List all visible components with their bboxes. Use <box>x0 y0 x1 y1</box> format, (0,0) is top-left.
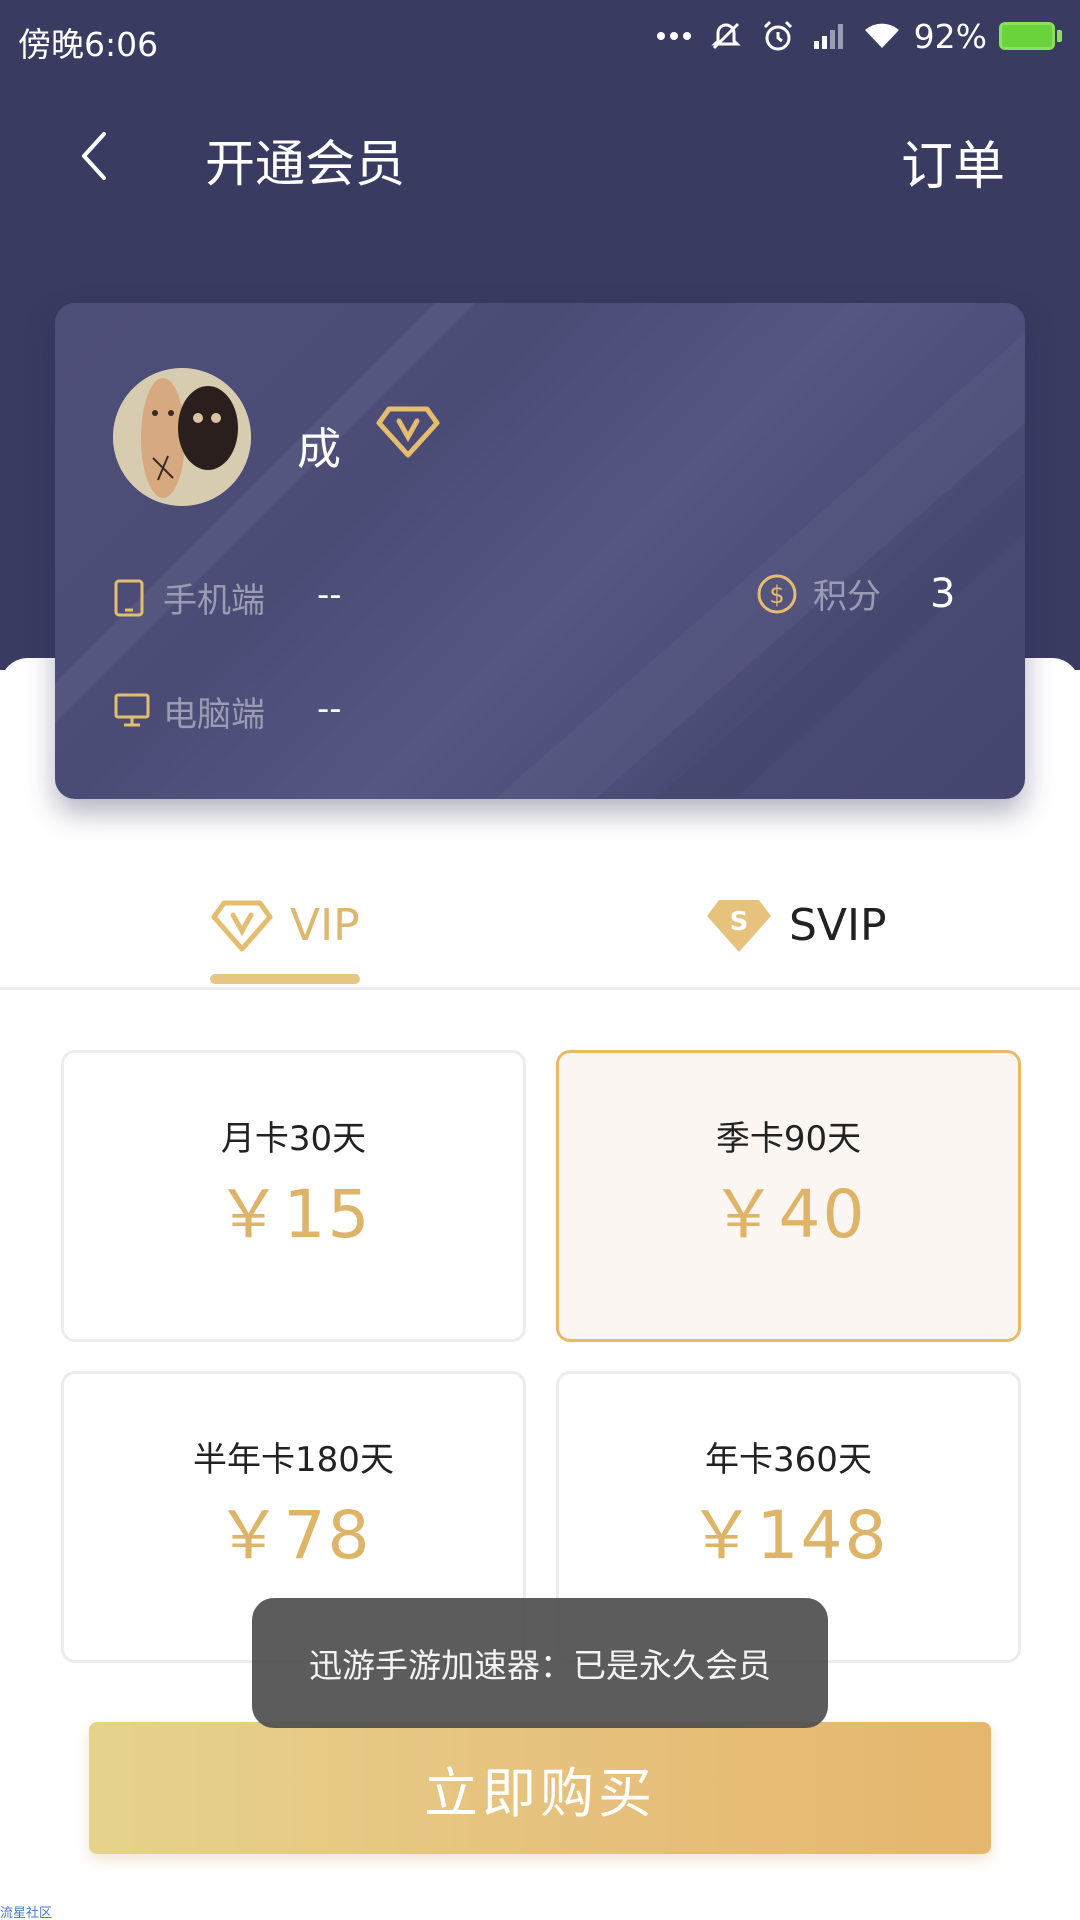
more-dots-icon <box>654 16 694 56</box>
points-row-label: $ 积分 <box>755 569 881 618</box>
plan-name: 半年卡180天 <box>193 1440 394 1480</box>
vip-purchase-screen: 傍晚6:06 92% 开通会员 订单 成 手机端 -- $ 积分 3 电脑端 -… <box>0 0 1080 1920</box>
status-time: 傍晚6:06 <box>18 25 159 64</box>
battery-percent: 92% <box>913 16 987 56</box>
plan-price: ￥15 <box>215 1176 372 1253</box>
status-bar: 傍晚6:06 92% <box>0 0 1080 76</box>
plan-price: ￥148 <box>688 1497 889 1574</box>
tab-vip-label: VIP <box>290 899 360 951</box>
vip-diamond-icon <box>375 403 441 459</box>
wifi-icon <box>862 16 902 56</box>
tab-svip-label: SVIP <box>789 899 887 951</box>
pc-value: -- <box>317 689 342 729</box>
toast-message: 迅游手游加速器：已是永久会员 <box>252 1598 828 1728</box>
pc-row-label: 电脑端 <box>113 687 265 736</box>
svg-text:$: $ <box>769 581 784 609</box>
signal-icon <box>810 16 850 56</box>
plan-name: 月卡30天 <box>220 1119 367 1159</box>
buy-now-button[interactable]: 立即购买 <box>89 1722 991 1854</box>
membership-tabs: VIP S SVIP <box>0 870 1080 990</box>
watermark: 流星社区 <box>0 1906 53 1920</box>
username: 成 <box>297 424 341 475</box>
nav-bar: 开通会员 订单 <box>0 110 1080 210</box>
orders-link[interactable]: 订单 <box>901 124 1005 199</box>
chevron-left-icon <box>82 132 106 180</box>
battery-icon <box>999 22 1062 50</box>
mobile-row-label: 手机端 <box>113 573 265 622</box>
pc-label: 电脑端 <box>163 695 265 735</box>
member-card: 成 手机端 -- $ 积分 3 电脑端 -- <box>55 303 1025 799</box>
plan-name: 年卡360天 <box>705 1440 872 1480</box>
coin-icon: $ <box>755 572 799 616</box>
tabs-divider <box>0 987 1080 990</box>
tab-active-indicator <box>210 974 360 984</box>
tab-svip[interactable]: S SVIP <box>705 870 887 980</box>
alarm-icon <box>758 16 798 56</box>
mute-icon <box>706 16 746 56</box>
plan-card-monthly[interactable]: 月卡30天 ￥15 <box>61 1050 526 1342</box>
vip-diamond-icon <box>211 900 273 952</box>
monitor-icon <box>113 692 150 732</box>
plan-price: ￥78 <box>215 1497 372 1574</box>
status-icons: 92% <box>654 16 1062 56</box>
mobile-label: 手机端 <box>163 581 265 621</box>
tab-vip[interactable]: VIP <box>210 870 360 980</box>
plan-price: ￥40 <box>710 1176 867 1253</box>
page-title: 开通会员 <box>205 135 405 193</box>
phone-icon <box>113 578 149 618</box>
points-label: 积分 <box>813 577 881 617</box>
mobile-value: -- <box>317 575 342 615</box>
avatar[interactable] <box>113 368 251 506</box>
points-value: 3 <box>930 571 956 617</box>
plan-name: 季卡90天 <box>715 1119 862 1159</box>
plan-card-quarterly[interactable]: 季卡90天 ￥40 <box>556 1050 1021 1342</box>
back-button[interactable] <box>68 126 128 186</box>
svg-text:S: S <box>730 907 749 937</box>
svip-diamond-icon: S <box>707 900 771 952</box>
